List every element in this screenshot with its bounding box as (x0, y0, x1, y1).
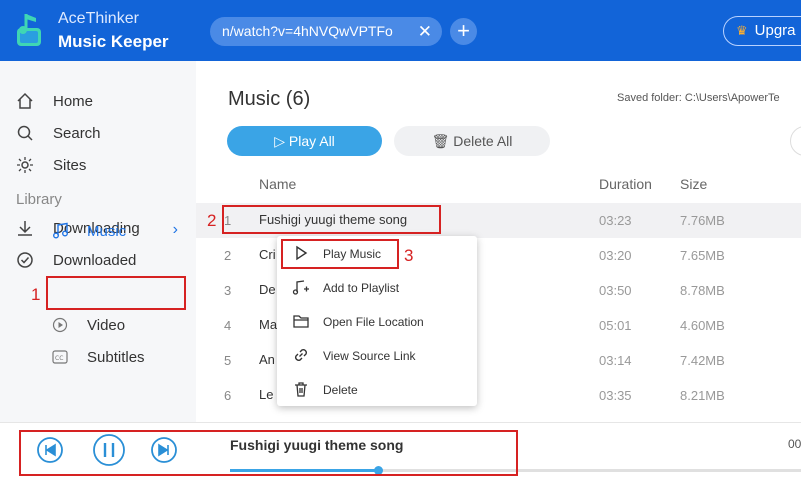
music-note-icon (53, 222, 68, 239)
annotation-box-music (46, 276, 186, 310)
library-heading: Library (16, 191, 62, 208)
link-icon (295, 349, 307, 361)
sidebar-item-music[interactable]: Music › (49, 217, 184, 247)
sidebar-item-search[interactable]: Search (16, 122, 101, 144)
row-duration: 03:35 (599, 388, 632, 403)
home-icon (17, 92, 33, 109)
play-all-button[interactable]: ▷ Play All (227, 126, 382, 156)
sidebar-item-label: Music (87, 223, 127, 240)
row-duration: 03:20 (599, 248, 632, 263)
saved-folder-path: Saved folder: C:\Users\ApowerTe (617, 92, 780, 104)
row-duration: 03:23 (599, 213, 632, 228)
row-number: 2 (224, 248, 232, 263)
row-size: 4.60MB (680, 318, 725, 333)
close-icon[interactable]: ✕ (418, 17, 432, 46)
menu-item-add-to-playlist[interactable]: Add to Playlist (277, 272, 477, 302)
sidebar-item-downloaded[interactable]: Downloaded (16, 249, 136, 271)
brand-name: AceThinker (58, 10, 139, 27)
sidebar-item-sites[interactable]: Sites (16, 154, 86, 176)
search-icon (17, 125, 33, 141)
annotation-box-player (19, 430, 518, 476)
app-logo-icon (17, 14, 41, 46)
add-tab-button[interactable]: + (450, 18, 477, 45)
row-size: 8.21MB (680, 388, 725, 403)
menu-item-label: Open File Location (323, 315, 424, 329)
column-duration: Duration (599, 176, 652, 192)
row-size: 7.42MB (680, 353, 725, 368)
brand-product: Music Keeper (58, 32, 169, 51)
annotation-number: 1 (31, 285, 41, 304)
sites-icon (17, 157, 33, 173)
time-display: 00 (788, 437, 801, 451)
play-circle-icon (52, 317, 68, 333)
row-number: 4 (224, 318, 232, 333)
column-size: Size (680, 176, 708, 192)
more-button[interactable] (790, 126, 801, 156)
sidebar-item-label: Video (87, 316, 126, 334)
row-duration: 05:01 (599, 318, 632, 333)
sidebar-item-label: Search (53, 124, 101, 142)
sidebar-item-label: Subtitles (87, 348, 145, 366)
folder-icon (293, 315, 309, 328)
delete-all-label: Delete All (453, 133, 513, 149)
chevron-right-icon: › (172, 221, 178, 238)
row-number: 6 (224, 388, 232, 403)
menu-item-view-source-link[interactable]: View Source Link (277, 340, 477, 370)
row-duration: 03:50 (599, 283, 632, 298)
annotation-box-song (222, 205, 441, 234)
sidebar-item-label: Downloaded (53, 251, 137, 269)
upgrade-label: Upgra (754, 22, 796, 39)
row-size: 8.78MB (680, 283, 725, 298)
url-tab[interactable]: n/watch?v=4hNVQwVPTFo ✕ (210, 17, 442, 46)
row-duration: 03:14 (599, 353, 632, 368)
row-size: 7.76MB (680, 213, 725, 228)
check-circle-icon (17, 252, 33, 268)
delete-all-button[interactable]: 🗑 Delete All (394, 126, 550, 156)
trash-icon (295, 382, 307, 397)
subtitles-icon: CC (52, 350, 68, 364)
sidebar-item-video[interactable]: Video (52, 315, 125, 335)
menu-item-open-file-location[interactable]: Open File Location (277, 306, 477, 336)
upgrade-button[interactable]: ♛ Upgra (723, 16, 801, 46)
menu-item-delete[interactable]: Delete (277, 374, 477, 404)
svg-text:CC: CC (55, 355, 63, 362)
annotation-number: 2 (207, 211, 217, 230)
table-header: Name Duration Size (196, 166, 801, 203)
sidebar-item-label: Sites (53, 156, 87, 174)
add-playlist-icon (292, 280, 309, 295)
play-all-label: Play All (288, 133, 335, 149)
row-number: 3 (224, 283, 232, 298)
sidebar-item-home[interactable]: Home (16, 90, 93, 112)
annotation-number: 3 (404, 246, 414, 265)
sidebar-item-label: Home (53, 92, 94, 110)
crown-icon: ♛ (736, 23, 748, 38)
menu-item-label: Add to Playlist (323, 281, 400, 295)
sidebar-item-subtitles[interactable]: CC Subtitles (52, 347, 145, 367)
download-icon (18, 221, 32, 236)
top-bar: AceThinker Music Keeper n/watch?v=4hNVQw… (0, 0, 801, 61)
row-size: 7.65MB (680, 248, 725, 263)
play-icon: ▷ (274, 133, 285, 149)
annotation-box-play-music (281, 239, 399, 269)
column-name: Name (259, 176, 297, 192)
trash-icon: 🗑 (431, 133, 450, 149)
url-tab-label: n/watch?v=4hNVQwVPTFo (222, 23, 393, 39)
menu-item-label: View Source Link (323, 349, 416, 363)
row-number: 5 (224, 353, 232, 368)
menu-item-label: Delete (323, 383, 358, 397)
page-title: Music (6) (228, 88, 311, 110)
